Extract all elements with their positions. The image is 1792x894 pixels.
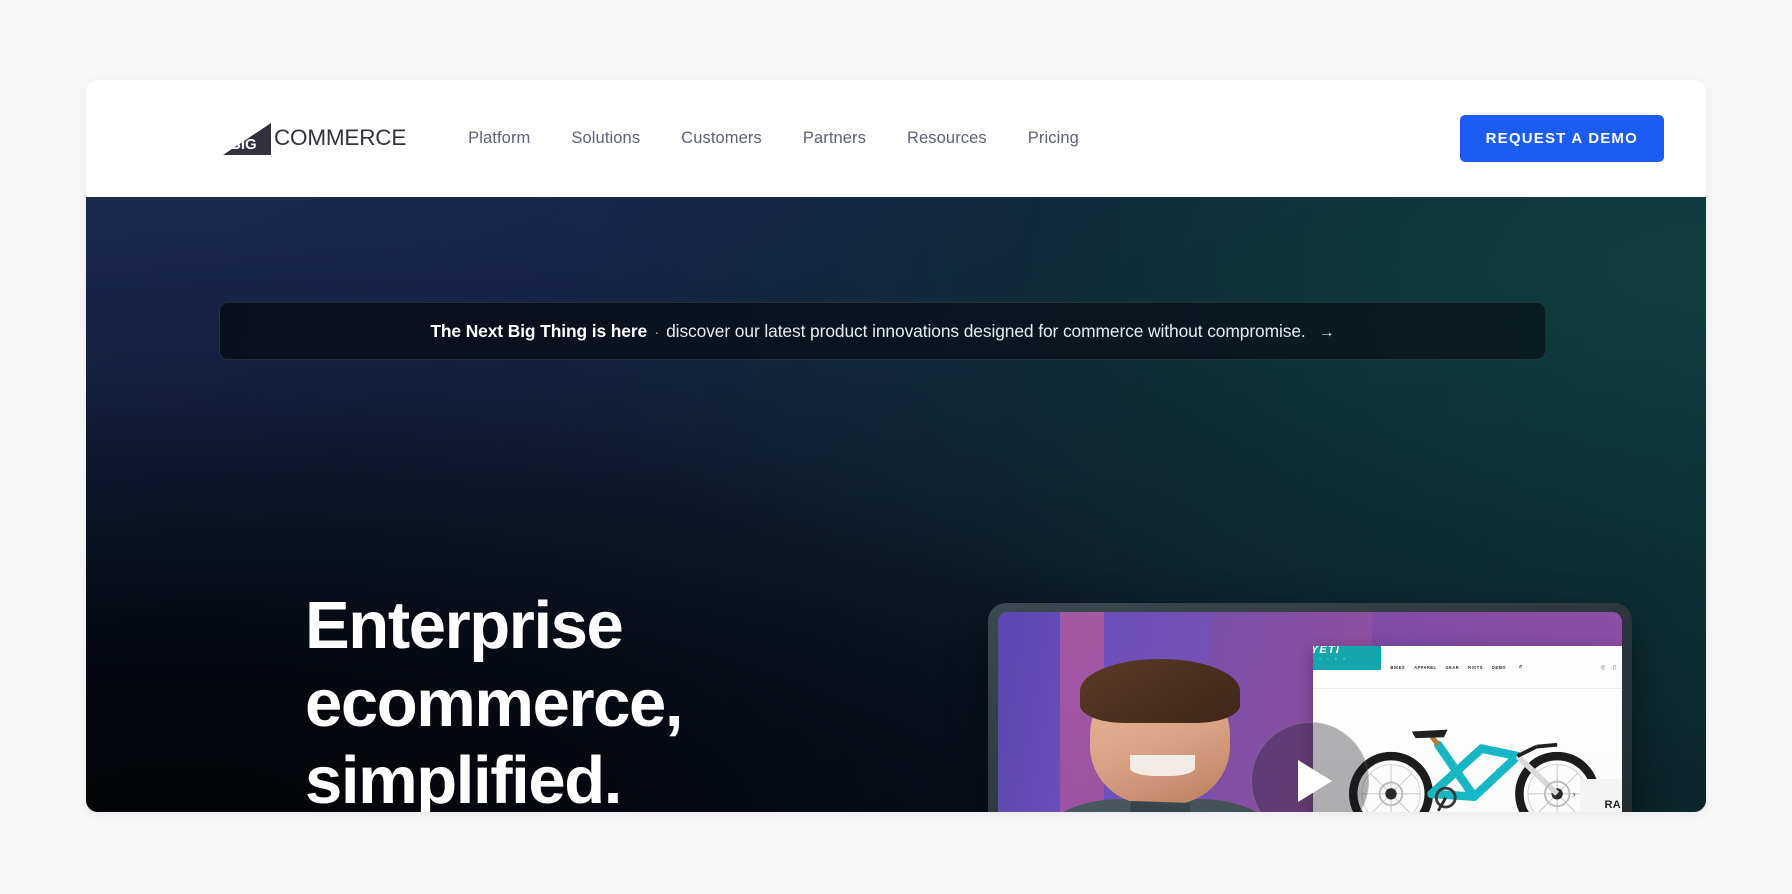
yeti-topbar: YETI C Y C L E S BIKES APPAREL GEAR RIOT…	[1313, 645, 1622, 690]
yeti-utility-icons: ◎ ▯	[1600, 664, 1616, 671]
yeti-side-title: RA	[1604, 798, 1622, 811]
nav-item-resources[interactable]: Resources	[907, 129, 987, 148]
announcement-banner[interactable]: The Next Big Thing is here · discover ou…	[219, 302, 1546, 360]
header-request-demo-button[interactable]: REQUEST A DEMO	[1459, 115, 1664, 162]
yeti-logo: YETI C Y C L E S	[1313, 645, 1382, 670]
yeti-nav-apparel: APPAREL	[1414, 664, 1437, 670]
chevron-right-icon: ›	[1572, 788, 1576, 799]
hero-section: The Next Big Thing is here · discover ou…	[86, 197, 1706, 812]
nav-item-pricing[interactable]: Pricing	[1028, 129, 1079, 148]
yeti-logo-subtext: C Y C L E S	[1313, 656, 1348, 661]
tablet-frame: YETI C Y C L E S BIKES APPAREL GEAR RIOT…	[988, 603, 1632, 812]
bigcommerce-triangle-icon: BIG	[219, 122, 275, 155]
help-circle-icon: ◎	[1600, 664, 1606, 671]
site-header: BIG COMMERCE Platform Solutions Customer…	[86, 80, 1706, 197]
arrow-right-icon: →	[1318, 323, 1335, 341]
nav-item-platform[interactable]: Platform	[468, 129, 530, 148]
hero-headline-line-3: simplified.	[305, 743, 622, 812]
announcement-headline: The Next Big Thing is here	[430, 320, 648, 341]
website-card: BIG COMMERCE Platform Solutions Customer…	[86, 80, 1706, 812]
page-background: BIG COMMERCE Platform Solutions Customer…	[0, 0, 1792, 894]
hero-headline-line-2: ecommerce,	[305, 665, 683, 741]
video-presenter	[1035, 659, 1286, 812]
bigcommerce-wordmark: COMMERCE	[274, 125, 407, 151]
presenter-collar	[1129, 800, 1191, 812]
yeti-nav-bikes: BIKES	[1390, 664, 1406, 670]
announcement-text: discover our latest product innovations …	[666, 320, 1306, 341]
main-navigation: Platform Solutions Customers Partners Re…	[468, 129, 1079, 148]
yeti-logo-text: YETI	[1313, 645, 1341, 656]
svg-text:BIG: BIG	[230, 136, 257, 153]
hero-headline: Enterprise ecommerce, simplified.	[305, 587, 945, 812]
nav-item-customers[interactable]: Customers	[681, 129, 762, 148]
hero-copy: Enterprise ecommerce, simplified. GET A …	[305, 587, 945, 812]
yeti-navigation: BIKES APPAREL GEAR RIOTS DEMO ⌕	[1390, 664, 1523, 671]
yeti-side-panel: RA UNBRIDLED	[1579, 778, 1622, 812]
presenter-smile	[1130, 755, 1196, 776]
bigcommerce-logo[interactable]: BIG COMMERCE	[219, 122, 407, 155]
yeti-nav-demo: DEMO	[1491, 664, 1507, 670]
announcement-content: The Next Big Thing is here · discover ou…	[430, 321, 1334, 342]
nav-item-solutions[interactable]: Solutions	[571, 129, 640, 148]
yeti-nav-riots: RIOTS	[1468, 664, 1483, 670]
play-triangle-icon	[1298, 760, 1332, 802]
nav-item-partners[interactable]: Partners	[803, 129, 866, 148]
announcement-separator: ·	[654, 323, 660, 341]
search-icon: ⌕	[1519, 663, 1523, 670]
video-player[interactable]: YETI C Y C L E S BIKES APPAREL GEAR RIOT…	[998, 612, 1622, 812]
hero-headline-line-1: Enterprise	[305, 588, 624, 663]
shopping-bag-icon: ▯	[1612, 664, 1616, 671]
yeti-nav-gear: GEAR	[1445, 664, 1460, 670]
presenter-hair	[1080, 659, 1241, 724]
